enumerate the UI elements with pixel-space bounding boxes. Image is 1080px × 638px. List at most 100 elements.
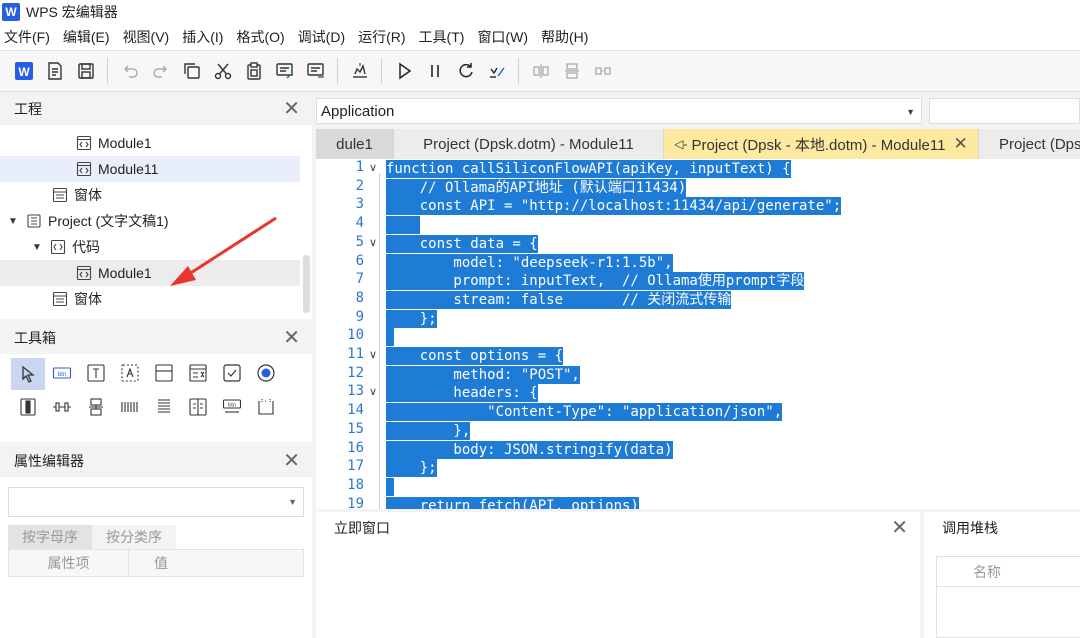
procedure-combo[interactable]	[929, 98, 1080, 124]
object-select[interactable]: ▼	[8, 487, 304, 517]
scrollbar-tool-icon[interactable]	[17, 396, 39, 418]
close-icon[interactable]: ✕	[891, 518, 908, 538]
object-combo[interactable]: Application ▼	[316, 98, 922, 124]
code-line[interactable]: const data = {	[386, 234, 538, 253]
tab-dpsk-other[interactable]: Project (Dps	[979, 129, 1080, 159]
fold-chevron-icon[interactable]: ∨	[369, 236, 377, 249]
line-number: 14	[347, 402, 364, 419]
code-line[interactable]: body: JSON.stringify(data)	[386, 440, 673, 459]
call-stack-header: 调用堆栈	[924, 512, 1080, 544]
tab-alphabetic[interactable]: 按字母序	[8, 525, 92, 549]
pointer-tool-icon[interactable]	[11, 358, 45, 390]
refedit-tool-icon[interactable]	[255, 396, 277, 418]
cut-icon[interactable]	[207, 56, 238, 86]
menu-window[interactable]: 窗口(W)	[477, 27, 528, 47]
menu-edit[interactable]: 编辑(E)	[63, 27, 110, 47]
code-line[interactable]: // Ollama的API地址 (默认端口11434)	[386, 178, 687, 197]
tree-item-module1-selected[interactable]: Module1	[0, 260, 300, 286]
tree-item-module11[interactable]: Module11	[0, 156, 300, 182]
tree-item-forms[interactable]: 窗体	[0, 182, 300, 208]
tab-strip-tool-icon[interactable]	[85, 396, 107, 418]
textbox-tool-icon[interactable]	[85, 362, 107, 384]
pin-icon[interactable]: ◁-	[674, 137, 687, 151]
export-icon[interactable]	[39, 56, 70, 86]
design-mode-icon[interactable]	[481, 56, 512, 86]
toggle-button-tool-icon[interactable]: btn	[221, 396, 243, 418]
reset-icon[interactable]	[450, 56, 481, 86]
menu-run[interactable]: 运行(R)	[358, 27, 405, 47]
svg-text:btn: btn	[228, 403, 236, 409]
code-line[interactable]: "Content-Type": "application/json",	[386, 403, 783, 422]
project-panel-header: 工程 ✕	[0, 93, 312, 125]
code-line[interactable]: method: "POST",	[386, 365, 580, 384]
undo-icon[interactable]	[114, 56, 145, 86]
close-icon[interactable]: ✕	[283, 451, 300, 471]
code-line[interactable]: },	[386, 421, 471, 440]
code-line[interactable]: function callSiliconFlowAPI(apiKey, inpu…	[386, 160, 791, 178]
uncomment-icon[interactable]	[300, 56, 331, 86]
close-icon[interactable]: ✕	[283, 328, 300, 348]
immediate-window[interactable]: 立即窗口 ✕	[316, 512, 920, 638]
tree-item-forms-2[interactable]: 窗体	[0, 286, 300, 312]
code-line[interactable]	[386, 328, 395, 347]
code-line[interactable]: const API = "http://localhost:11434/api/…	[386, 197, 842, 216]
code-line[interactable]: prompt: inputText, // Ollama使用prompt字段	[386, 272, 805, 291]
menu-debug[interactable]: 调试(D)	[298, 27, 345, 47]
fold-chevron-icon[interactable]: ∨	[369, 385, 377, 398]
tree-item-project[interactable]: ▼ Project (文字文稿1)	[0, 208, 300, 234]
fold-chevron-icon[interactable]: ∨	[369, 348, 377, 361]
button-tool-icon[interactable]: btn	[51, 362, 73, 384]
run-icon[interactable]	[388, 56, 419, 86]
menu-help[interactable]: 帮助(H)	[541, 27, 588, 47]
code-line[interactable]: model: "deepseek-r1:1.5b",	[386, 253, 673, 272]
paste-icon[interactable]	[238, 56, 269, 86]
line-number: 4	[355, 215, 364, 232]
object-combo-value: Application	[321, 102, 395, 120]
expand-arrow-icon[interactable]: ▼	[8, 216, 18, 227]
tree-item-module1[interactable]: Module1	[0, 130, 300, 156]
code-line[interactable]: const options = {	[386, 347, 564, 365]
align-left-icon[interactable]	[525, 56, 556, 86]
wps-icon[interactable]: W	[8, 56, 39, 86]
tab-dpsk-local-module11[interactable]: ◁- Project (Dpsk - 本地.dotm) - Module11 ✕	[664, 129, 979, 159]
redo-icon[interactable]	[145, 56, 176, 86]
tab-categorized[interactable]: 按分类序	[92, 525, 176, 549]
code-line[interactable]: };	[386, 309, 437, 328]
close-icon[interactable]: ✕	[283, 99, 300, 119]
label-tool-icon[interactable]	[119, 362, 141, 384]
multipage-tool-icon[interactable]	[153, 396, 175, 418]
code-line[interactable]: headers: {	[386, 384, 538, 403]
checkbox-tool-icon[interactable]	[221, 362, 243, 384]
tree-scrollbar[interactable]	[303, 255, 310, 313]
code-line[interactable]: };	[386, 459, 437, 478]
expand-arrow-icon[interactable]: ▼	[32, 242, 42, 253]
code-line[interactable]	[386, 477, 395, 496]
spin-tool-icon[interactable]	[51, 396, 73, 418]
code-line[interactable]: return fetch(API, options)	[386, 496, 639, 509]
copy-icon[interactable]	[176, 56, 207, 86]
menu-insert[interactable]: 插入(I)	[182, 27, 223, 47]
code-editor[interactable]: 1 ∨ 2 3 4 5 ∨ 6 7 8 9 10 11 ∨ 12 13 ∨ 14 15 16 17 18 19 functi…	[316, 159, 1080, 509]
menu-view[interactable]: 视图(V)	[123, 27, 170, 47]
tab-dpsk-module11[interactable]: Project (Dpsk.dotm) - Module11	[394, 129, 664, 159]
align-center-icon[interactable]	[556, 56, 587, 86]
listbox-tool-icon[interactable]	[187, 362, 209, 384]
close-icon[interactable]: ✕	[953, 134, 967, 154]
menu-format[interactable]: 格式(O)	[236, 27, 284, 47]
tree-item-code[interactable]: ▼ 代码	[0, 234, 300, 260]
align-right-icon[interactable]	[587, 56, 618, 86]
tab-module1[interactable]: dule1	[316, 129, 394, 159]
menu-tools[interactable]: 工具(T)	[419, 27, 465, 47]
image-tool-icon[interactable]	[119, 396, 141, 418]
code-line[interactable]	[386, 216, 420, 235]
pause-icon[interactable]	[419, 56, 450, 86]
save-icon[interactable]	[70, 56, 101, 86]
comment-icon[interactable]	[269, 56, 300, 86]
debug-icon[interactable]	[344, 56, 375, 86]
menu-file[interactable]: 文件(F)	[4, 27, 50, 47]
fold-chevron-icon[interactable]: ∨	[369, 161, 377, 174]
radio-tool-icon[interactable]	[255, 362, 277, 384]
combobox-tool-icon[interactable]	[187, 396, 209, 418]
code-line[interactable]: stream: false // 关闭流式传输	[386, 290, 732, 309]
frame-tool-icon[interactable]	[153, 362, 175, 384]
